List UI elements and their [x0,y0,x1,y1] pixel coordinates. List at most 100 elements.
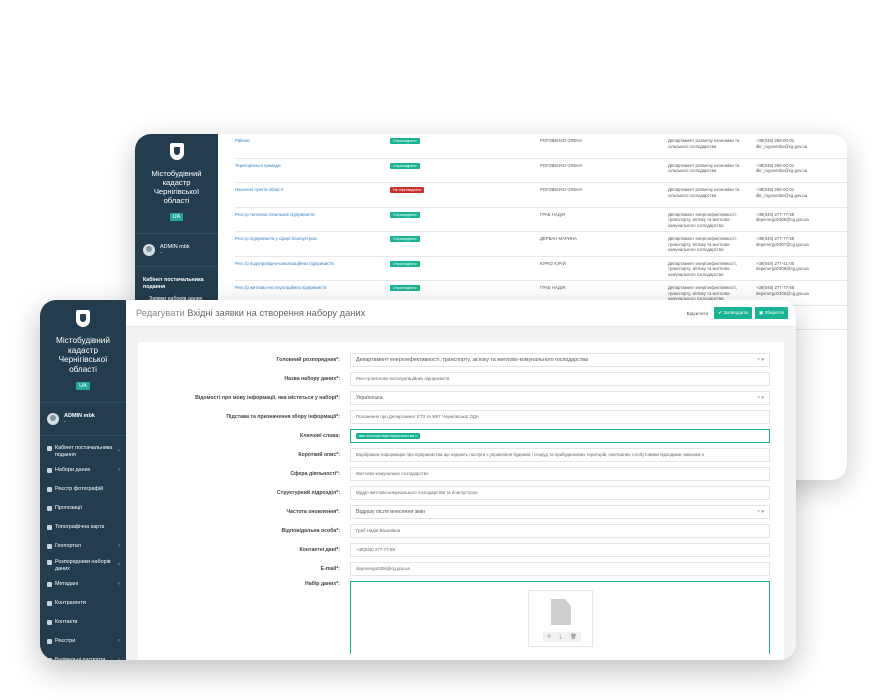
form-row: Відомості про мову інформації, яка місти… [138,388,784,407]
stage: Містобудівний кадастр Чернігівської обла… [0,0,876,700]
back-logo: Містобудівний кадастр Чернігівської обла… [135,134,218,223]
text-field[interactable]: depenergo0306@cg.gov.ua [350,561,770,576]
table-row[interactable]: Територіальні громади Оприлюднено РОГОВЕНК… [235,159,847,183]
file-dropzone[interactable]: ⚲ ⤓ 🗑 [350,581,770,654]
user-panel[interactable]: ADMIN mbk - [40,402,126,436]
table-row[interactable]: Реєстр підприємств у сфері благоустрою Оп… [235,232,847,257]
text-field[interactable]: Положення про Департамент ЕТЗ та ЖКГ Чер… [350,409,770,424]
dept-cell: Департамент розвитку економіки та сільсь… [668,138,740,149]
back-menu-item[interactable]: Кабінет постачальника подання [143,277,212,291]
sidebar-item-label: Пропозиції [55,505,82,512]
menu-icon [47,525,52,531]
menu-icon [47,582,52,588]
text-field[interactable]: Житлово-комунальне господарство [350,466,770,481]
field-label: Частота оновлення*: [286,508,340,515]
save-label: Зберегти [764,310,784,315]
save-button[interactable]: ▣ Зберегти [755,307,788,319]
sidebar-item[interactable]: Кабінет постачальника подання ‹ [40,442,126,461]
sidebar-item[interactable]: Реєстри ‹ [40,632,126,651]
status-badge: Оприлюднено [390,211,420,218]
org-name: Містобудівний кадастр Чернігівської обла… [151,169,202,205]
user-sub: - [64,419,66,425]
file-toolbar: ⚲ ⤓ 🗑 [543,632,581,642]
field-label: Відповідальна особа*: [281,527,340,534]
keyword-label: жкп експлуатація підприємства [359,433,414,438]
user-panel[interactable]: ADMIN mbk - [135,233,218,267]
sidebar-item[interactable]: Реєстр фотографій [40,480,126,499]
chevron-left-icon: ‹ [118,562,120,569]
clear-icon[interactable]: × ▾ [757,395,764,401]
menu-icon [47,658,52,660]
sidebar-item-label-wrap: Будівельні паспорти [47,657,105,660]
table-row[interactable]: Реєстр теплопостачальних підприємств Опри… [235,208,847,232]
sidebar-item-label-wrap: Пропозиції [47,505,82,512]
sidebar-item[interactable]: Топографічна карта [40,518,126,537]
dept-cell: Департамент енергоефективності, транспор… [668,260,737,277]
keyword-tag[interactable]: жкп експлуатація підприємства × [356,432,421,439]
dataset-name[interactable]: Реєстр водопровідно-каналізаційних підпр… [235,261,390,266]
select-value: Департамент енергоефективності, транспор… [356,356,588,363]
menu-icon [47,506,52,512]
dept-cell: Департамент розвитку економіки та сільсь… [668,187,740,198]
sidebar-item[interactable]: Метадані ‹ [40,575,126,594]
front-window: Містобудівний кадастр Чернігівської обла… [40,300,796,660]
menu-icon [47,639,52,645]
reject-button[interactable]: Відхилити [684,309,712,318]
tags-field[interactable]: жкп експлуатація підприємства × [350,428,770,443]
dataset-name[interactable]: Реєстр теплопостачальних підприємств [235,212,390,217]
file-label: Набір даних*: [304,581,340,587]
table-row[interactable]: Райони Оприлюднено РОГОВЕНКО ОЛЕНА Департам… [235,134,847,159]
table-row[interactable]: Реєстр водопровідно-каналізаційних підпр… [235,257,847,281]
file-preview: ⚲ ⤓ 🗑 [528,590,593,647]
sidebar-item[interactable]: Розпорядники наборів даних ‹ [40,556,126,575]
trash-icon[interactable]: 🗑 [570,634,576,640]
contact-cell: +38(046) 277-77-58 depenergo0306@cg.gov.… [756,285,809,296]
lang-badge[interactable]: UA [169,213,184,221]
form-row: Назва набору даних*: Реєстр житлово-експл… [138,369,784,388]
title-text: Вхідні заявки на створення набору даних [187,308,366,318]
clear-icon[interactable]: × ▾ [757,357,764,363]
sidebar-item-label-wrap: Кабінет постачальника подання [47,445,118,459]
dataset-name[interactable]: Населені пункти області [235,187,390,192]
dept-cell: Департамент розвитку економіки та сільсь… [668,162,740,174]
form-row: Ключові слова: жкп експлуатація підприємс… [138,426,784,445]
sidebar-item[interactable]: Пропозиції [40,499,126,518]
zoom-icon[interactable]: ⚲ [547,634,551,640]
sidebar-item[interactable]: Контрагенти [40,594,126,613]
status-badge: Оприлюднено [390,260,420,267]
text-field[interactable]: Відділ житлово-комунального господарства… [350,485,770,500]
text-field[interactable]: +38(046) 277-77-58 [350,542,770,557]
sidebar-item[interactable]: Контакти [40,613,126,632]
select-value: Відразу після внесення змін [356,508,425,515]
sidebar-item-label-wrap: Контакти [47,619,77,626]
sidebar-item-label: Топографічна карта [55,524,105,531]
text-field[interactable]: Граб Надія Василівна [350,523,770,538]
form-row: Структурний підрозділ*: Відділ житлово-ко… [138,483,784,502]
lang-badge[interactable]: UA [76,382,90,390]
text-field[interactable]: Відображає інформацію про підприємства щ… [350,447,770,462]
sidebar-item[interactable]: Геопортал ‹ [40,537,126,556]
status-badge: Оприлюднено [390,236,420,242]
form-fields: Головний розпорядник*: Департамент енерго… [138,350,784,578]
status-cell: Оприлюднено [390,260,540,267]
select-field[interactable]: Відразу після внесення змін × ▾ [350,504,770,519]
dataset-name[interactable]: Райони [235,138,390,143]
approve-button[interactable]: ✔ Затвердити [714,307,752,319]
sidebar-item[interactable]: Набори даних ‹ [40,461,126,480]
clear-icon[interactable]: × ▾ [757,509,764,515]
download-icon[interactable]: ⤓ [560,634,562,640]
select-field[interactable]: Українська × ▾ [350,390,770,405]
text-field[interactable]: Реєстр житлово-експлуатаційних підприємс… [350,371,770,386]
dataset-name[interactable]: Реєстр підприємств у сфері благоустрою [235,236,390,241]
person-cell: РОГОВЕНКО ОЛЕНА [540,162,583,168]
sidebar-item[interactable]: Будівельні паспорти ‹ [40,651,126,660]
table-row[interactable]: Населені пункти області Не оприлюднено РОГ… [235,183,847,208]
status-cell: Оприлюднено [390,138,540,144]
approve-label: Затвердити [723,310,748,315]
dataset-name[interactable]: Реєстр житлово-експлуатаційних підприємс… [235,285,390,290]
sidebar-item-label: Розпорядники наборів даних [55,558,111,572]
field-label: Назва набору даних*: [284,375,340,382]
select-field[interactable]: Департамент енергоефективності, транспор… [350,352,770,367]
dataset-name[interactable]: Територіальні громади [235,163,390,168]
field-label: Структурний підрозділ*: [277,489,340,496]
